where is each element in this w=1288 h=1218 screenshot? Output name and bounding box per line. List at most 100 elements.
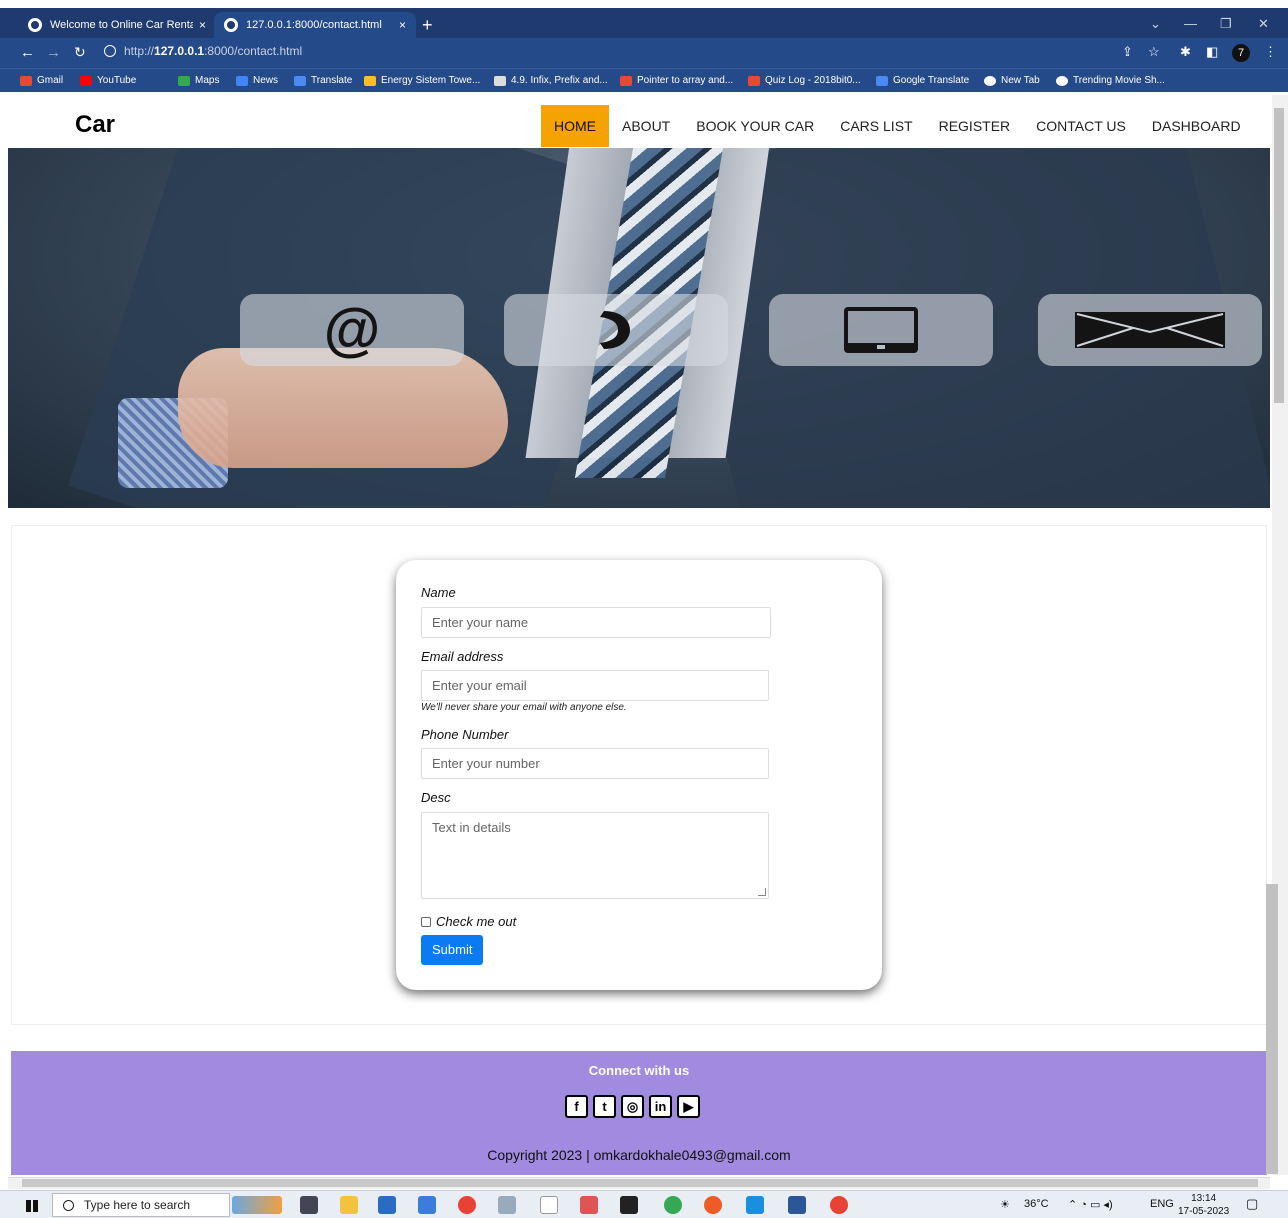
search-placeholder: Type here to search [84, 1198, 191, 1212]
minimize-icon[interactable]: — [1184, 16, 1197, 31]
pointing-hand [178, 348, 508, 468]
file-explorer-icon[interactable] [340, 1196, 358, 1214]
chrome-icon[interactable] [458, 1196, 476, 1214]
tab-welcome[interactable]: Welcome to Online Car Rental sy × [18, 12, 216, 38]
nav-home[interactable]: HOME [541, 105, 609, 147]
notepad-icon[interactable] [540, 1196, 558, 1214]
store-icon[interactable] [378, 1196, 396, 1214]
window-close-icon[interactable]: ✕ [1258, 16, 1269, 32]
bookmark-google-translate[interactable]: Google Translate [876, 75, 969, 86]
hero-banner: @ [8, 148, 1270, 508]
share-icon[interactable]: ⇪ [1122, 44, 1133, 60]
at-sign-icon: @ [323, 297, 381, 362]
vscode-icon[interactable] [746, 1196, 764, 1214]
close-icon[interactable]: × [199, 18, 206, 32]
bookmark-gmail[interactable]: Gmail [20, 75, 63, 86]
address-bar: ← → ↻ http://127.0.0.1:8000/contact.html… [0, 38, 1288, 68]
nav-about[interactable]: ABOUT [609, 105, 683, 147]
check-me-out-checkbox[interactable]: Check me out [421, 914, 516, 929]
checkbox-label: Check me out [436, 914, 517, 929]
url-field[interactable]: http://127.0.0.1:8000/contact.html [104, 44, 302, 58]
taskbar-search[interactable]: Type here to search [52, 1193, 230, 1217]
submit-button[interactable]: Submit [421, 935, 484, 965]
social-links: f t ◎ in ▶ [565, 1095, 700, 1118]
firefox-icon[interactable] [704, 1196, 722, 1214]
profile-avatar[interactable]: 7 [1232, 44, 1250, 62]
bookmark-infix[interactable]: 4.9. Infix, Prefix and... [494, 75, 608, 86]
browser-window: Welcome to Online Car Rental sy × 127.0.… [0, 0, 1288, 1218]
instagram-icon[interactable]: ◎ [621, 1095, 644, 1118]
snipping-tool-icon[interactable] [580, 1196, 598, 1214]
sidebar-icon[interactable]: ◧ [1206, 44, 1218, 60]
resize-handle-icon[interactable] [758, 888, 766, 896]
bookmark-new-tab[interactable]: New Tab [984, 75, 1040, 86]
name-input[interactable]: Enter your name [421, 607, 771, 638]
app-icon[interactable] [498, 1196, 516, 1214]
close-icon[interactable]: × [399, 18, 406, 32]
taskbar: Type here to search ☀ 36°C ⌃ ◔ ▭ ◂) ENG … [0, 1190, 1288, 1218]
new-tab-button[interactable]: + [422, 16, 433, 34]
site-brand[interactable]: Car [75, 111, 115, 139]
desc-textarea[interactable]: Text in details [421, 812, 769, 899]
main-nav: HOME ABOUT BOOK YOUR CAR CARS LIST REGIS… [541, 105, 1254, 147]
email-input[interactable]: Enter your email [421, 670, 769, 701]
email-help-text: We'll never share your email with anyone… [421, 702, 627, 713]
weather-widget-icon[interactable] [232, 1196, 282, 1214]
envelope-icon [1075, 312, 1225, 348]
bookmark-trending[interactable]: Trending Movie Sh... [1056, 75, 1165, 86]
tray-icons[interactable]: ⌃ ◔ ▭ ◂) [1068, 1198, 1113, 1211]
footer: Connect with us f t ◎ in ▶ Copyright 202… [11, 1051, 1267, 1175]
bookmark-quiz[interactable]: Quiz Log - 2018bit0... [748, 75, 861, 86]
bookmark-pointer[interactable]: Pointer to array and... [620, 75, 733, 86]
clock[interactable]: 13:14 17-05-2023 [1178, 1192, 1229, 1218]
phone-input[interactable]: Enter your number [421, 748, 769, 779]
chrome-icon[interactable] [664, 1196, 682, 1214]
contact-tile-tablet [769, 294, 993, 366]
tab-bar: Welcome to Online Car Rental sy × 127.0.… [0, 8, 1288, 38]
phone-icon [600, 311, 630, 349]
word-icon[interactable] [788, 1196, 806, 1214]
nav-contact-us[interactable]: CONTACT US [1023, 105, 1139, 147]
weather-icon[interactable]: ☀ [1000, 1198, 1010, 1211]
web-page: Car HOME ABOUT BOOK YOUR CAR CARS LIST R… [8, 95, 1270, 1175]
checkbox-box[interactable] [421, 916, 431, 927]
clock-date: 17-05-2023 [1178, 1206, 1230, 1217]
inner-scroll-thumb[interactable] [1266, 884, 1278, 1174]
reload-icon[interactable]: ↻ [74, 44, 86, 61]
windows-start-icon[interactable] [26, 1200, 38, 1212]
nav-register[interactable]: REGISTER [926, 105, 1024, 147]
notification-icon[interactable]: ▢ [1246, 1196, 1258, 1212]
bookmark-news[interactable]: News [236, 75, 278, 86]
extensions-icon[interactable]: ✱ [1180, 44, 1191, 60]
tablet-icon [844, 307, 918, 353]
linkedin-icon[interactable]: in [649, 1095, 672, 1118]
back-icon[interactable]: ← [20, 44, 35, 61]
nav-dashboard[interactable]: DASHBOARD [1139, 105, 1254, 147]
task-view-icon[interactable] [300, 1196, 318, 1214]
forward-icon[interactable]: → [46, 44, 61, 61]
bookmark-energy[interactable]: Energy Sistem Towe... [364, 75, 480, 86]
tab-search-icon[interactable]: ⌄ [1150, 16, 1161, 32]
star-icon[interactable]: ☆ [1148, 44, 1160, 60]
facebook-icon[interactable]: f [565, 1095, 588, 1118]
name-label: Name [421, 585, 456, 600]
bookmark-translate[interactable]: Translate [294, 75, 352, 86]
horizontal-scroll-thumb[interactable] [22, 1179, 1258, 1187]
nav-cars-list[interactable]: CARS LIST [827, 105, 925, 147]
vertical-scroll-thumb[interactable] [1274, 108, 1284, 403]
desc-label: Desc [421, 790, 451, 805]
restore-icon[interactable]: ❐ [1220, 16, 1232, 32]
twitter-icon[interactable]: t [593, 1095, 616, 1118]
app-icon[interactable] [418, 1196, 436, 1214]
search-icon [63, 1199, 74, 1211]
tab-contact[interactable]: 127.0.0.1:8000/contact.html × [214, 12, 416, 38]
contact-tile-mail [1038, 294, 1262, 366]
nav-book-your-car[interactable]: BOOK YOUR CAR [683, 105, 827, 147]
chrome-icon[interactable] [830, 1196, 848, 1214]
menu-icon[interactable]: ⋮ [1264, 44, 1277, 60]
bookmark-youtube[interactable]: YouTube [80, 75, 136, 86]
language-indicator[interactable]: ENG [1150, 1198, 1174, 1210]
youtube-icon[interactable]: ▶ [677, 1095, 700, 1118]
bookmark-maps[interactable]: Maps [178, 75, 219, 86]
terminal-icon[interactable] [620, 1196, 638, 1214]
